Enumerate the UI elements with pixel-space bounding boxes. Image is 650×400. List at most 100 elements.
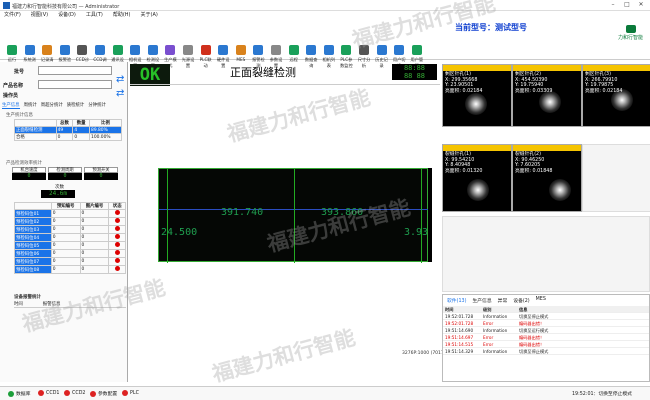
log-row[interactable]: 19:52:01.728 Error 编码器出错！ <box>443 320 649 327</box>
toolbar-button-12[interactable]: 硬件设置 <box>215 45 231 69</box>
status-label: CCD1 <box>46 390 60 396</box>
code-name: 预检码位04 <box>14 233 52 242</box>
toolbar-button-13[interactable]: MES <box>233 45 249 62</box>
defect-tile[interactable]: 剩区针孔(3) X: 266.79910 Y: 19.79875 亮面积: 0.021… <box>582 64 650 127</box>
code-row[interactable]: 预检码位02 0 0 <box>14 217 126 226</box>
toolbar-icon-5 <box>95 45 105 55</box>
code-row[interactable]: 预检码位06 0 0 <box>14 249 126 258</box>
log-cell-t: 19:52:01.728 <box>445 321 474 326</box>
code-row[interactable]: 预检码位08 0 0 <box>14 265 126 274</box>
code-b: 0 <box>79 249 110 258</box>
menu-item-4[interactable]: 帮助(H) <box>113 11 131 20</box>
log-row[interactable]: 19:52:01.728 Information 切换至停止模式 <box>443 313 649 320</box>
status-error-icon <box>64 390 70 396</box>
log-row[interactable]: 19:51:14.515 Error 编码器出错！ <box>443 341 649 348</box>
menu-item-5[interactable]: 关于(A) <box>141 11 158 20</box>
menu-item-1[interactable]: 视图(V) <box>31 11 48 20</box>
menu-item-0[interactable]: 文件(F) <box>4 11 21 20</box>
toolbar-button-11[interactable]: PLC联动 <box>198 45 214 69</box>
log-cell-lvl: Error <box>483 335 494 340</box>
toolbar-label: 远程 <box>289 57 298 62</box>
defect-tile[interactable]: 裂缝针孔(1) X: 99.54210 Y: 8.40948 亮面积: 0.01320 <box>442 144 512 212</box>
speed-title: 产品检测效率统计 <box>6 161 42 166</box>
log-tab-2[interactable]: 异常 <box>498 297 508 304</box>
tile-header <box>513 145 581 151</box>
toolbar-button-10[interactable]: 光源设置 <box>180 45 196 69</box>
left-tab-0[interactable]: 生产信息 <box>2 102 20 109</box>
log-cell-msg: 编码器出错！ <box>519 342 545 347</box>
cycle-display: 88:88 88 88 <box>392 64 437 80</box>
toolbar-button-17[interactable]: 数据查询 <box>303 45 319 69</box>
stats-cell-count: 4 <box>72 126 91 134</box>
toolbar-icon-7 <box>130 45 141 55</box>
toolbar-icon-0 <box>7 45 17 55</box>
log-cell-t: 19:51:14.329 <box>445 349 474 354</box>
stats-cell-rate: 100.00% <box>89 133 122 141</box>
stats-row[interactable]: 正面裂缝检测 49 4 89.80% <box>14 126 122 134</box>
view-scrollbar[interactable] <box>428 168 432 262</box>
maximize-button[interactable]: □ <box>620 1 634 10</box>
empty-tile <box>582 144 650 212</box>
minimize-button[interactable]: – <box>606 1 620 10</box>
toolbar-label: 光源设置 <box>181 57 195 68</box>
code-row[interactable]: 预检码位01 0 0 <box>14 209 126 218</box>
menu-item-2[interactable]: 设备(D) <box>58 11 76 20</box>
log-cell-msg: 切换至停止模式 <box>519 349 549 354</box>
left-tab-2[interactable]: 周超分统计 <box>41 102 63 109</box>
code-row[interactable]: 预检码位03 0 0 <box>14 225 126 234</box>
status-item: CCD2 <box>64 390 85 396</box>
menu-item-3[interactable]: 工具(T) <box>86 11 103 20</box>
toolbar-icon-23 <box>411 45 422 55</box>
code-b: 0 <box>79 225 110 234</box>
defect-tile[interactable]: 剩区针孔(2) X: 454.50390 Y: 19.75940 亮面积: 0.033… <box>512 64 582 127</box>
product-input[interactable] <box>38 80 112 89</box>
log-row[interactable]: 19:51:14.697 Error 编码器出错！ <box>443 334 649 341</box>
log-cell-msg: 切换至运行模式 <box>519 328 549 333</box>
log-tab-3[interactable]: 设备(2) <box>513 297 529 304</box>
log-cell-lvl: Error <box>483 321 494 326</box>
log-tab-1[interactable]: 生产信息 <box>472 297 491 304</box>
status-label: 参数配置 <box>98 392 118 397</box>
log-row[interactable]: 19:51:14.329 Information 切换至停止模式 <box>443 348 649 355</box>
toolbar-button-20[interactable]: 尺寸分析 <box>356 45 372 69</box>
toolbar-button-19[interactable]: PLC参数监控 <box>338 45 354 69</box>
log-tab-4[interactable]: MES <box>536 297 546 304</box>
log-row[interactable]: 19:51:14.690 Information 切换至运行模式 <box>443 327 649 334</box>
batch-input[interactable] <box>38 66 112 75</box>
toolbar-icon-2 <box>42 45 53 55</box>
code-header: 状态 <box>108 202 126 210</box>
toolbar-button-16[interactable]: 远程 <box>286 45 302 63</box>
left-tab-1[interactable]: 周统计 <box>24 102 37 109</box>
stats-title: 生产统计信息 <box>6 113 33 118</box>
stats-row[interactable]: 合格 0 0 100.00% <box>14 133 122 141</box>
tile-header <box>443 145 511 151</box>
code-status <box>108 241 126 250</box>
stats-cell-total: 49 <box>55 126 74 134</box>
defect-tile[interactable]: 裂缝针孔(2) X: 90.46250 Y: 7.60205 亮面积: 0.01848 <box>512 144 582 212</box>
toolbar-button-18[interactable]: 相机列表 <box>321 45 337 69</box>
toolbar-label: PLC联动 <box>199 57 212 68</box>
code-row[interactable]: 预检码位05 0 0 <box>14 241 126 250</box>
swap-icon[interactable]: ⇄ <box>116 74 124 85</box>
toolbar-button-0[interactable]: 运行 <box>4 45 20 63</box>
log-tab-0[interactable]: 软件(13) <box>447 297 466 304</box>
tile-area: 亮面积: 0.01320 <box>445 168 483 174</box>
camera-view[interactable]: 391.740 393.860 24.500 3.93 <box>158 168 429 263</box>
status-red-icon <box>114 234 120 239</box>
speed-cell-2: 预测开关 0 <box>84 167 118 180</box>
status-red-icon <box>114 226 120 231</box>
code-row[interactable]: 预检码位07 0 0 <box>14 257 126 266</box>
left-tab-4[interactable]: 分钟统计 <box>88 102 106 109</box>
measure-value-2: 393.860 <box>321 207 364 218</box>
toolbar-icon-13 <box>235 45 246 55</box>
left-tab-3[interactable]: 质检统计 <box>67 102 85 109</box>
tile-area: 亮面积: 0.02184 <box>445 88 483 94</box>
status-bar: 数据库 CCD1 CCD2 参数配置 PLC 19:52:01：切换至停止模式 <box>0 386 650 400</box>
toolbar-icon-16 <box>288 45 299 55</box>
switch-operator-icon[interactable]: ⇄ <box>116 88 124 99</box>
tile-area: 亮面积: 0.03309 <box>515 88 553 94</box>
code-row[interactable]: 预检码位04 0 0 <box>14 233 126 242</box>
defect-tile[interactable]: 剩区针孔(1) X: 299.35668 Y: 23.90501 亮面积: 0.021… <box>442 64 512 127</box>
toolbar-button-21[interactable]: 历史记录 <box>374 45 390 69</box>
close-button[interactable]: ✕ <box>634 1 648 10</box>
